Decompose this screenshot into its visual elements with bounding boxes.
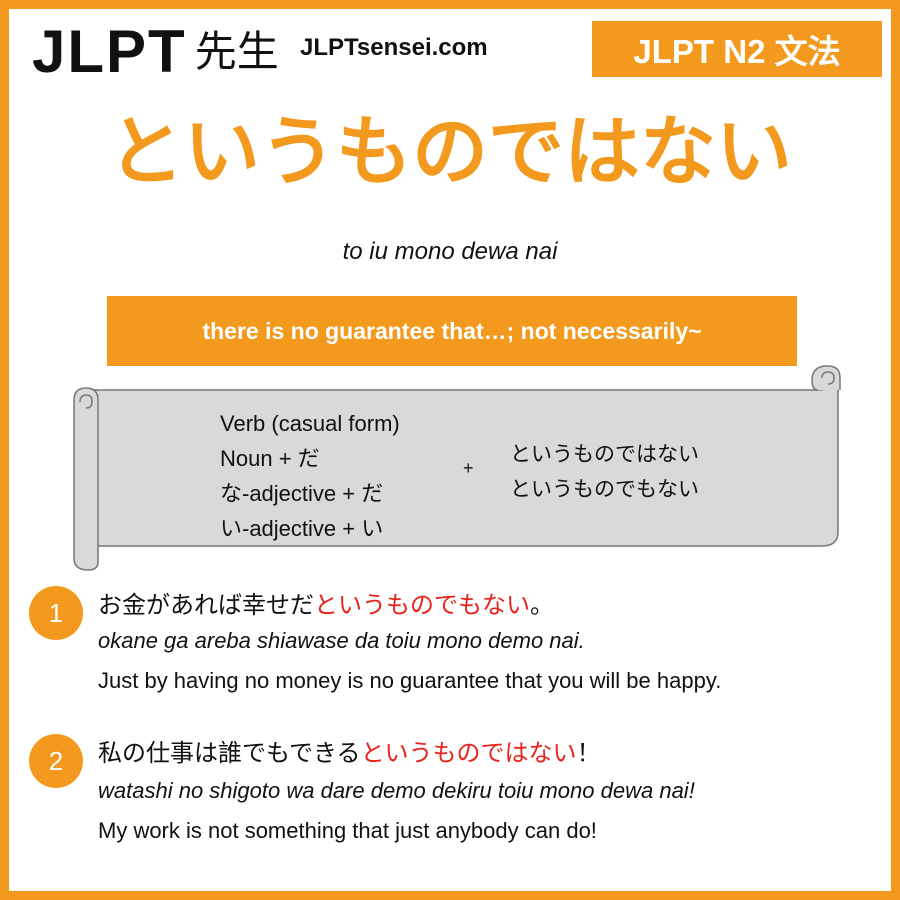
example-japanese-highlight: というものでもない	[314, 591, 530, 619]
example-japanese-before: お金があれば幸せだ	[98, 591, 314, 619]
formation-noun: Noun + だ	[220, 446, 320, 471]
example-japanese: 私の仕事は誰でもできるというものではない！	[98, 733, 601, 768]
example-romaji: watashi no shigoto wa dare demo dekiru t…	[98, 778, 695, 803]
scroll-graphic	[73, 365, 841, 571]
example-japanese: お金があれば幸せだというものでもない。	[98, 585, 554, 620]
example-japanese-highlight: というものではない	[360, 739, 577, 767]
logo-text: JLPT	[32, 18, 187, 85]
formation-ending-demo: というものでもない	[510, 477, 699, 501]
formation-plus: +	[463, 458, 474, 478]
grammar-title: というものではない	[108, 107, 792, 196]
example-japanese-before: 私の仕事は誰でもできる	[98, 739, 361, 767]
grammar-romaji: to iu mono dewa nai	[342, 238, 558, 265]
example-english: My work is not something that just anybo…	[98, 818, 597, 843]
level-badge: JLPT N2 文法	[592, 21, 882, 77]
logo-kanji: 先生	[194, 27, 279, 76]
meaning-text: there is no guarantee that…; not necessa…	[202, 317, 702, 344]
example-romaji: okane ga areba shiawase da toiu mono dem…	[98, 628, 585, 653]
jlpt-sensei-logo[interactable]: JLPT 先生	[32, 22, 279, 82]
meaning-box: there is no guarantee that…; not necessa…	[107, 296, 797, 366]
formation-na-adjective: な-adjective + だ	[220, 481, 384, 506]
formation-ending-dewa: というものではない	[510, 442, 699, 466]
example-number-badge: 2	[29, 734, 83, 788]
formation-scroll	[66, 362, 844, 572]
example-japanese-after: 。	[530, 591, 554, 619]
example-english: Just by having no money is no guarantee …	[98, 668, 722, 693]
example-japanese-after: ！	[576, 739, 601, 767]
formation-i-adjective: い-adjective + い	[220, 516, 384, 541]
formation-left: Verb (casual form) Noun + だ な-adjective …	[220, 406, 400, 546]
example-number-badge: 1	[29, 586, 83, 640]
site-url-link[interactable]: JLPTsensei.com	[300, 34, 488, 62]
formation-verb: Verb (casual form)	[220, 411, 400, 436]
formation-right: というものではない というものでもない	[510, 437, 699, 507]
